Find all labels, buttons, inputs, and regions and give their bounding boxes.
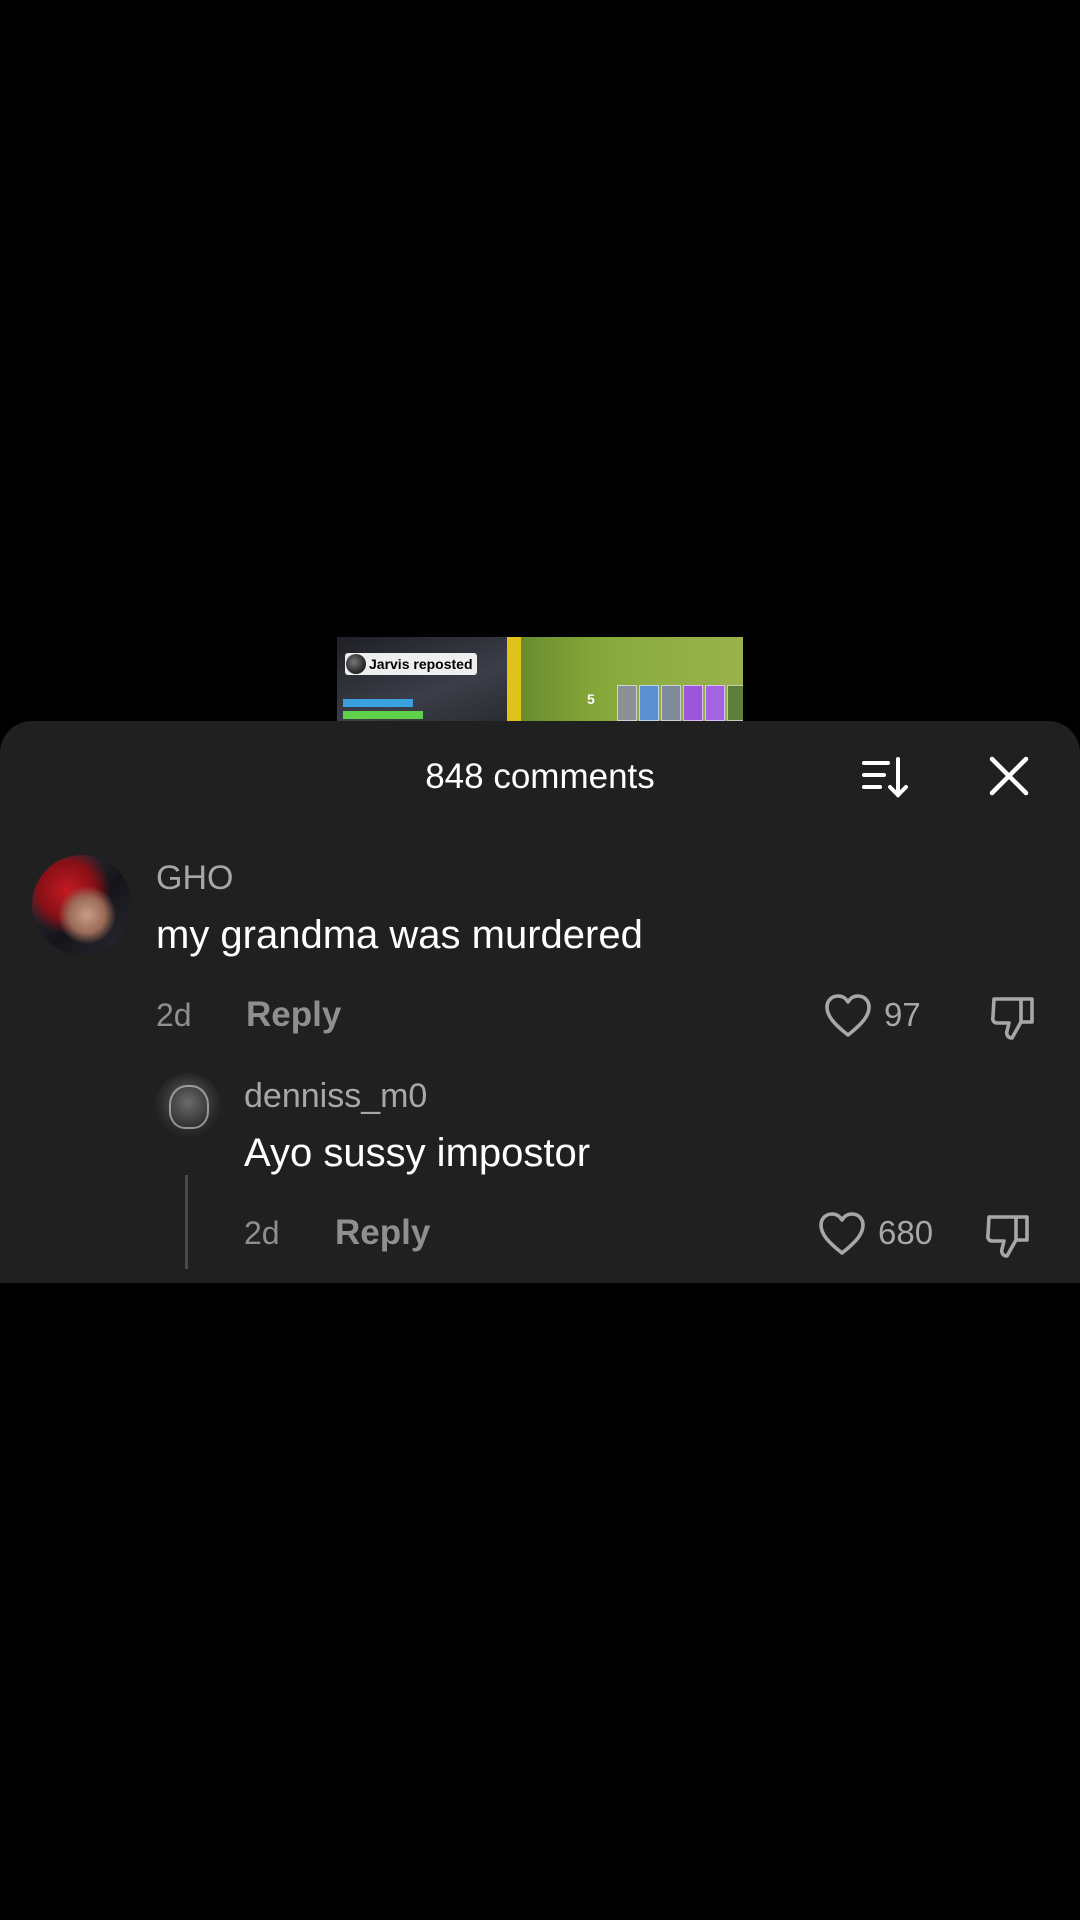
avatar[interactable]: [155, 1073, 221, 1139]
like-count: 680: [878, 1214, 934, 1251]
comment-timestamp: 2d: [156, 997, 192, 1033]
dislike-button[interactable]: [988, 993, 1038, 1041]
reply-text: Ayo sussy impostor: [244, 1131, 591, 1175]
inventory-slot: [617, 685, 637, 721]
shield-bar: [343, 699, 413, 707]
video-dark-panel: [337, 637, 517, 721]
avatar[interactable]: [32, 855, 132, 955]
dislike-button[interactable]: [983, 1211, 1033, 1259]
reply-timestamp: 2d: [244, 1215, 280, 1251]
inventory-slot: [705, 685, 725, 721]
comment-text: my grandma was murdered: [156, 913, 643, 957]
reply-username[interactable]: denniss_m0: [244, 1077, 427, 1116]
ammo-count: 5: [587, 691, 595, 707]
video-preview[interactable]: 5 Jarvis reposted: [337, 637, 743, 721]
sort-icon: [862, 757, 908, 798]
reply-button[interactable]: Reply: [246, 995, 341, 1035]
screen: 5 Jarvis reposted 848 comments GHO my gr…: [0, 0, 1080, 1920]
like-button[interactable]: [824, 993, 872, 1039]
thumbs-down-icon: [990, 997, 1034, 1040]
close-icon: [989, 756, 1029, 796]
video-yellow-bar: [507, 637, 521, 721]
heart-icon: [819, 1212, 865, 1255]
reply-button[interactable]: Reply: [335, 1213, 430, 1253]
close-button[interactable]: [984, 751, 1034, 801]
thread-line: [185, 1175, 188, 1269]
heart-icon: [825, 994, 871, 1037]
health-bar: [343, 711, 423, 719]
repost-badge: Jarvis reposted: [345, 653, 477, 675]
repost-avatar: [346, 654, 366, 674]
inventory-slot: [727, 685, 743, 721]
comments-count-title: 848 comments: [425, 757, 655, 796]
like-count: 97: [884, 996, 921, 1033]
inventory-slot: [661, 685, 681, 721]
comments-sheet: 848 comments GHO my grandma was murdered…: [0, 721, 1080, 1283]
repost-label: Jarvis reposted: [369, 656, 473, 672]
thumbs-down-icon: [985, 1215, 1029, 1258]
inventory-slot: [683, 685, 703, 721]
inventory-slot: [639, 685, 659, 721]
sort-button[interactable]: [860, 753, 914, 803]
comment-username[interactable]: GHO: [156, 859, 233, 898]
like-button[interactable]: [818, 1211, 866, 1257]
